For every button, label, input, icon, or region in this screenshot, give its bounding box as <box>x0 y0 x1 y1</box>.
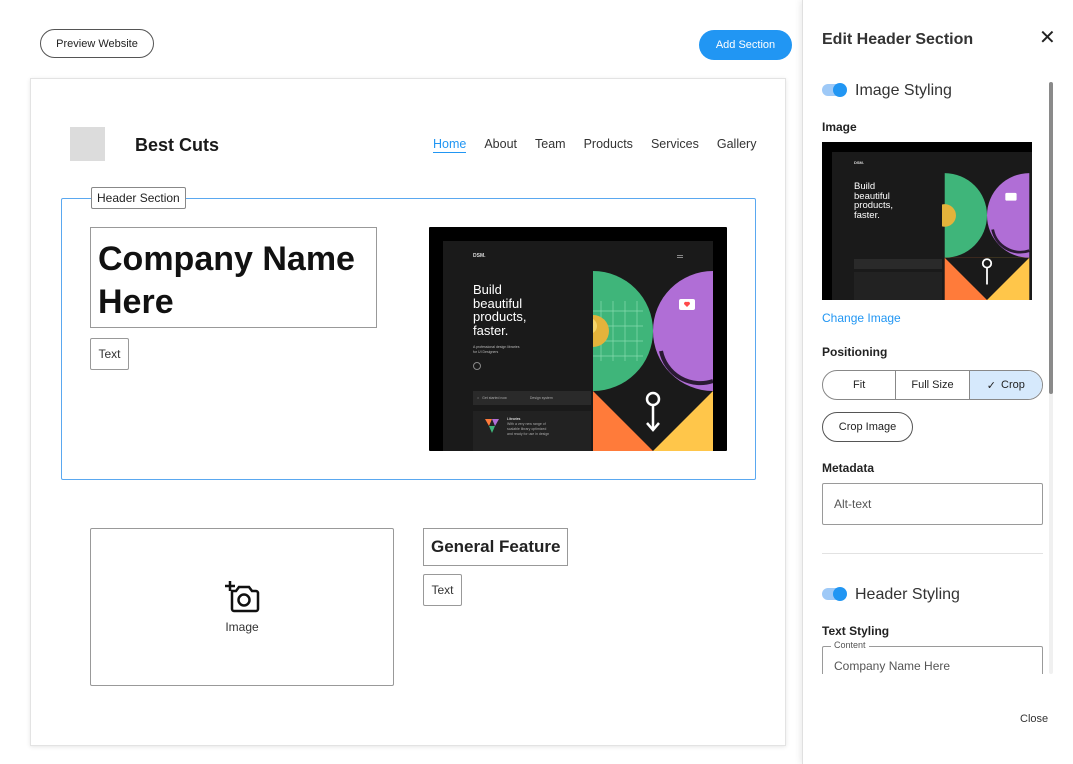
hero-card: Libraries With a very new range of scala… <box>473 411 591 451</box>
positioning-label: Positioning <box>822 345 888 359</box>
nav-item-gallery[interactable]: Gallery <box>717 137 757 153</box>
positioning-crop[interactable]: ✓ Crop <box>969 371 1042 399</box>
preview-card <box>854 272 942 300</box>
crop-image-button[interactable]: Crop Image <box>822 412 913 442</box>
header-styling-toggle[interactable] <box>822 587 847 601</box>
website-canvas: Best Cuts Home About Team Products Servi… <box>30 78 786 746</box>
header-hero-image[interactable]: DSM. Build beautiful products, faster. A… <box>429 227 727 451</box>
nav-item-products[interactable]: Products <box>584 137 633 153</box>
hero-subtext: A professional design libraries for UI D… <box>473 345 520 354</box>
feature-image-placeholder[interactable]: Image <box>90 528 394 686</box>
nav-item-about[interactable]: About <box>484 137 517 153</box>
close-icon[interactable]: ✕ <box>1039 28 1056 48</box>
image-styling-toggle[interactable] <box>822 83 847 97</box>
header-styling-label: Header Styling <box>855 586 960 603</box>
hero-search-bar: ○ Get started now Design system <box>473 391 591 405</box>
check-icon: ✓ <box>986 379 996 392</box>
hero-card-text: Libraries With a very new range of scala… <box>507 417 550 436</box>
alt-text-field[interactable]: Alt-text <box>822 483 1043 525</box>
positioning-segmented-control: Fit Full Size ✓ Crop <box>822 370 1043 400</box>
feature-title[interactable]: General Feature <box>423 528 569 566</box>
change-image-link[interactable]: Change Image <box>822 311 901 325</box>
header-section-tag: Header Section <box>91 187 186 209</box>
image-preview: DSM. Build beautiful products, faster. <box>822 142 1032 300</box>
site-nav: Home About Team Products Services Galler… <box>433 137 756 153</box>
feature-text-block[interactable]: Text <box>423 574 462 606</box>
add-section-button[interactable]: Add Section <box>699 30 792 60</box>
content-field-legend: Content <box>831 640 869 650</box>
text-styling-label: Text Styling <box>822 624 890 638</box>
hero-illustration <box>593 271 713 451</box>
nav-item-team[interactable]: Team <box>535 137 566 153</box>
hero-card-logo-icon <box>485 419 499 433</box>
brand-name[interactable]: Best Cuts <box>135 135 219 156</box>
positioning-full-size[interactable]: Full Size <box>896 371 970 399</box>
hero-logo: DSM. <box>473 253 486 259</box>
hero-search-icon: ○ <box>477 396 480 400</box>
logo-placeholder[interactable] <box>70 127 105 161</box>
edit-header-panel: Edit Header Section ✕ Image Styling Imag… <box>802 0 1073 764</box>
header-section[interactable]: Header Section Company Name Here Text DS… <box>61 187 756 480</box>
preview-mockup: DSM. Build beautiful products, faster. <box>832 152 1032 300</box>
add-photo-icon <box>225 581 260 613</box>
content-field-value: Company Name Here <box>834 659 951 673</box>
positioning-fit[interactable]: Fit <box>823 371 897 399</box>
company-name-line1: Company Name <box>98 240 355 278</box>
preview-website-button[interactable]: Preview Website <box>40 29 154 58</box>
hero-mockup: DSM. Build beautiful products, faster. A… <box>443 241 713 451</box>
company-name-heading[interactable]: Company Name Here <box>90 227 377 328</box>
image-label: Image <box>822 120 857 134</box>
close-button[interactable]: Close <box>1020 713 1048 725</box>
image-styling-label: Image Styling <box>855 82 952 99</box>
nav-item-home[interactable]: Home <box>433 137 467 153</box>
hero-info-icon <box>473 362 481 370</box>
preview-illustration <box>942 173 1030 300</box>
content-field[interactable]: Content Company Name Here <box>822 640 1043 674</box>
metadata-label: Metadata <box>822 461 875 475</box>
panel-title: Edit Header Section <box>822 31 974 48</box>
preview-headline: Build beautiful products, faster. <box>854 181 894 221</box>
company-name-line2: Here <box>98 283 174 321</box>
preview-search-bar <box>854 259 942 269</box>
preview-logo: DSM. <box>854 160 864 165</box>
feature-image-label: Image <box>225 620 259 634</box>
hero-headline: Build beautiful products, faster. <box>473 282 527 338</box>
nav-item-services[interactable]: Services <box>651 137 699 153</box>
section-divider <box>822 553 1043 554</box>
panel-scroll-area: Image Styling Image DSM. Build beautiful… <box>803 70 1073 674</box>
header-text-block[interactable]: Text <box>90 338 129 370</box>
